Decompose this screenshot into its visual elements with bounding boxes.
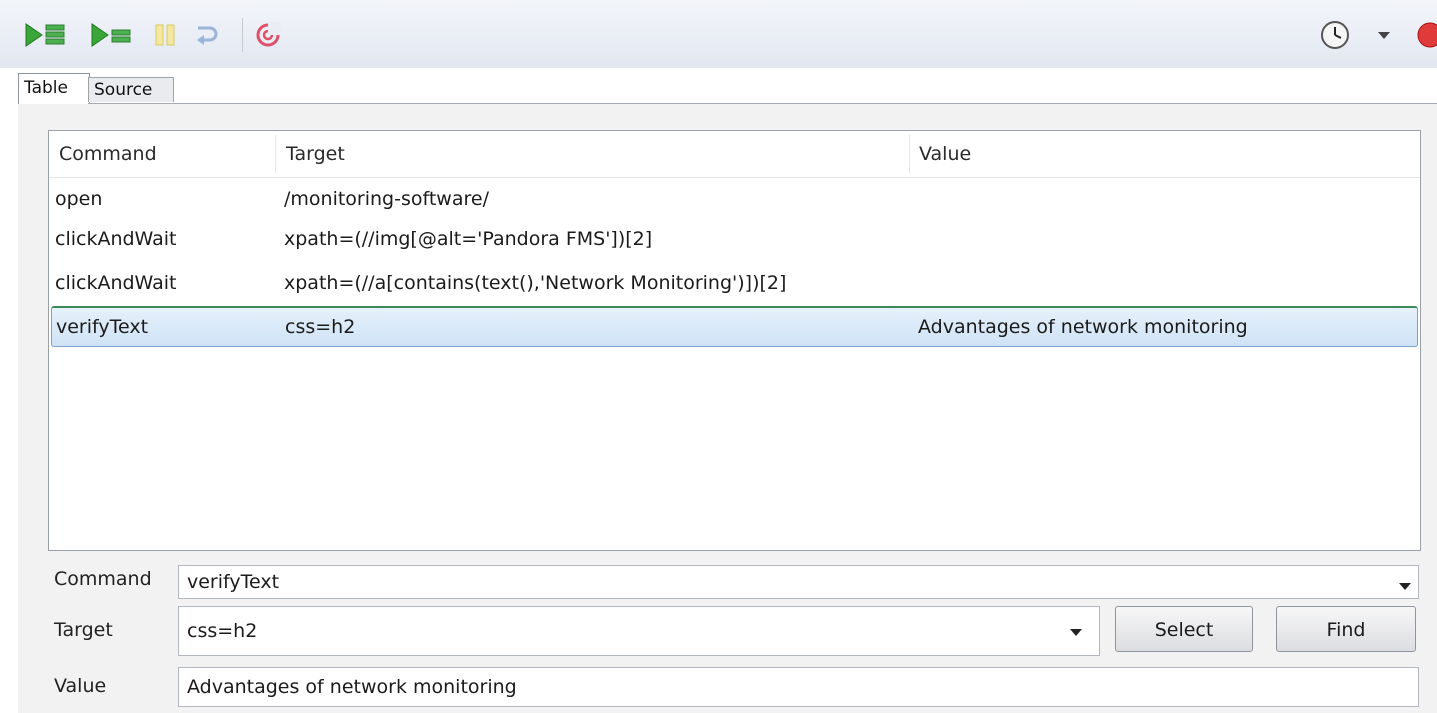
record-icon[interactable] [1415,20,1437,50]
target-label: Target [54,619,113,641]
dropdown-icon[interactable] [1377,20,1391,50]
value-label: Value [54,675,107,697]
command-label: Command [54,568,152,590]
step-icon[interactable] [194,20,222,50]
table-row[interactable]: clickAndWait xpath=(//img[@alt='Pandora … [49,219,1420,259]
table-row[interactable]: clickAndWait xpath=(//a[contains(text(),… [49,263,1420,303]
chevron-down-icon[interactable] [1070,629,1082,636]
find-button[interactable]: Find [1276,606,1416,652]
value-field[interactable]: Advantages of network monitoring [178,667,1419,707]
tab-divider [88,103,1437,104]
column-divider [275,135,276,173]
cell-target: css=h2 [285,316,356,338]
column-header-target[interactable]: Target [286,131,345,177]
select-button[interactable]: Select [1115,606,1253,652]
target-combobox[interactable]: css=h2 [178,606,1100,656]
value-text: Advantages of network monitoring [187,676,517,698]
chevron-down-icon[interactable] [1399,583,1411,590]
toolbar-separator [242,18,243,52]
cell-command: verifyText [56,316,149,338]
rollup-icon[interactable] [255,20,281,50]
cell-target: xpath=(//a[contains(text(),'Network Moni… [284,272,787,294]
pause-icon[interactable] [153,20,177,50]
toolbar [0,0,1437,68]
command-table[interactable]: Command Target Value open /monitoring-so… [48,130,1421,551]
cell-target: /monitoring-software/ [284,188,489,210]
command-combobox[interactable]: verifyText [178,565,1419,599]
cell-target: xpath=(//img[@alt='Pandora FMS'])[2] [284,228,653,250]
table-row[interactable]: open /monitoring-software/ [49,179,1420,219]
column-header-command[interactable]: Command [59,131,157,177]
play-test-icon[interactable] [90,20,134,50]
table-header: Command Target Value [49,131,1420,178]
cell-command: clickAndWait [55,228,177,250]
cell-command: clickAndWait [55,272,177,294]
column-header-value[interactable]: Value [919,131,971,177]
table-row-selected[interactable]: verifyText css=h2 Advantages of network … [51,306,1418,347]
command-value: verifyText [187,571,280,593]
cell-command: open [55,188,103,210]
target-value: css=h2 [187,620,258,642]
clock-icon[interactable] [1320,20,1350,50]
cell-value: Advantages of network monitoring [918,316,1248,338]
tab-source[interactable]: Source [88,77,174,102]
play-suite-icon[interactable] [24,20,68,50]
tab-table[interactable]: Table [18,73,90,104]
column-divider [909,135,910,173]
